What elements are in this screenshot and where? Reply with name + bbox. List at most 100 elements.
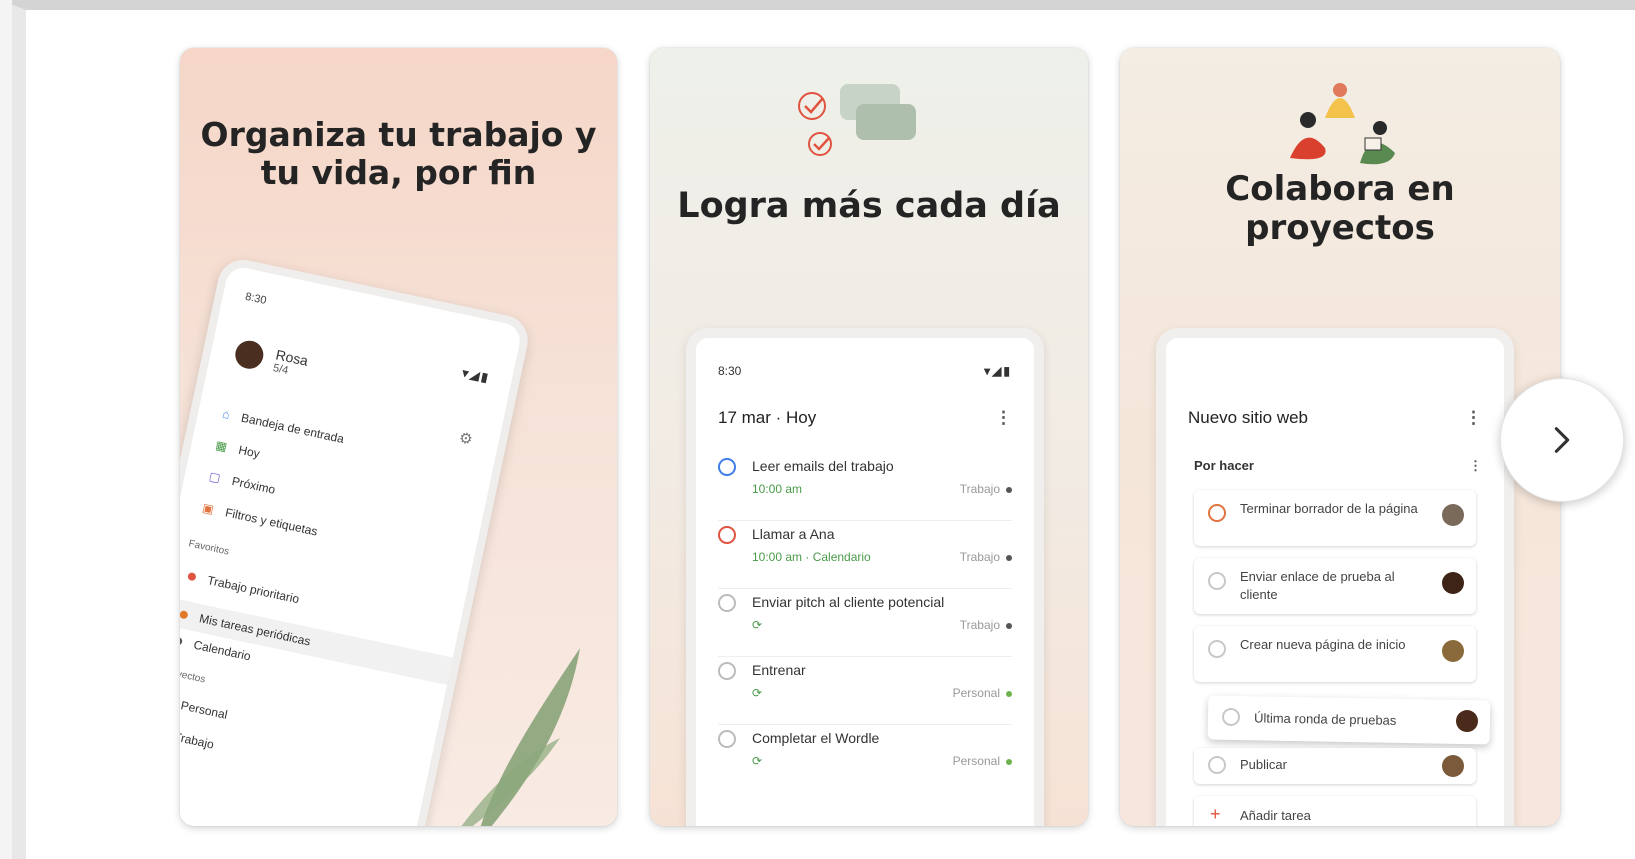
task-title: Enviar pitch al cliente potencial <box>752 594 945 610</box>
status-time: 8:30 <box>244 290 268 307</box>
plus-icon: + <box>1210 804 1221 824</box>
upcoming-icon: ▢ <box>207 469 222 486</box>
task-title: Publicar <box>1240 757 1287 772</box>
task-project: Trabajo <box>960 618 1012 632</box>
avatar <box>1442 640 1464 662</box>
nav-label: Próximo <box>230 474 277 497</box>
project-header: Nuevo sitio web ⋮ <box>1188 408 1482 428</box>
date-header: 17 mar · Hoy ⋮ <box>718 408 1012 428</box>
recurring-icon: ⟳ <box>752 618 763 632</box>
leaf-decoration-icon <box>461 648 580 826</box>
project-label: Trabajo <box>959 550 1000 564</box>
checkbox-icon <box>718 526 736 544</box>
task-card: Enviar enlace de prueba al cliente <box>1194 558 1476 614</box>
screenshot-card-3[interactable]: Colabora en proyectos Nuevo sitio web ⋮ … <box>1120 48 1560 826</box>
status-bar: 8:30 ▾◢▮ <box>718 364 1012 378</box>
card-1-title: Organiza tu trabajo y tu vida, por fin <box>200 115 597 192</box>
task-meta: 10:00 am <box>752 482 803 496</box>
section-header: Por hacer ⋮ <box>1194 458 1482 474</box>
checkbox-icon <box>1208 640 1226 658</box>
avatar <box>232 338 266 372</box>
task-row: Completar el Wordle ⟳ Personal <box>718 726 1012 792</box>
signal-icon: ▾◢▮ <box>460 365 492 386</box>
checkbox-icon <box>718 730 736 748</box>
filters-icon: ▣ <box>201 500 216 517</box>
checkbox-icon <box>1221 707 1241 727</box>
favorite-item-selected: Mis tareas periódicas <box>180 595 453 686</box>
avatar <box>1442 572 1464 594</box>
avatar <box>1455 709 1479 733</box>
nav-item-inbox: ⌂ Bandeja de entrada <box>221 407 345 446</box>
gear-icon: ⚙ <box>457 429 475 449</box>
task-title: Enviar enlace de prueba al cliente <box>1240 569 1395 602</box>
user-profile: Rosa 5/4 <box>232 338 310 381</box>
project-label: Personal <box>952 686 1000 700</box>
checkbox-icon <box>1208 572 1226 590</box>
phone-mockup-3: Nuevo sitio web ⋮ Por hacer ⋮ Terminar b… <box>1156 328 1514 826</box>
task-row: Leer emails del trabajo 10:00 am Trabajo <box>718 454 1012 521</box>
task-title: Llamar a Ana <box>752 526 835 542</box>
nav-item-today: ▦ Hoy <box>214 438 261 461</box>
nav-item-upcoming: ▢ Próximo <box>208 469 277 497</box>
project-title: Nuevo sitio web <box>1188 408 1309 427</box>
task-card: Crear nueva página de inicio <box>1194 626 1476 682</box>
checkbox-icon <box>718 594 736 612</box>
project-item: Personal <box>180 694 229 722</box>
recurring-icon: ⟳ <box>752 686 763 700</box>
avatar <box>1442 504 1464 526</box>
chevron-right-icon <box>1554 427 1570 453</box>
screenshot-card-1[interactable]: Organiza tu trabajo y tu vida, por fin 8… <box>180 48 617 826</box>
favorite-item: Trabajo prioritario <box>187 569 301 606</box>
checkbox-icon <box>1208 756 1226 774</box>
task-project: Personal <box>953 686 1012 700</box>
add-task-label: Añadir tarea <box>1240 808 1311 823</box>
task-row: Llamar a Ana 10:00 am · Calendario Traba… <box>718 522 1012 589</box>
screenshot-card-2[interactable]: Logra más cada día 8:30 ▾◢▮ 17 mar · Hoy… <box>650 48 1088 826</box>
section-label: Por hacer <box>1194 458 1254 473</box>
task-row: Entrenar ⟳ Personal <box>718 658 1012 725</box>
status-time: 8:30 <box>718 364 742 378</box>
task-title: Entrenar <box>752 662 806 678</box>
project-item: Trabajo <box>180 725 215 752</box>
checkbox-icon <box>718 662 736 680</box>
project-label: Trabajo <box>959 618 1000 632</box>
task-project: Personal <box>953 754 1012 768</box>
avatar <box>1442 755 1464 777</box>
date-label: 17 mar · Hoy <box>718 408 817 427</box>
project-label: Personal <box>952 754 1000 768</box>
more-icon: ⋮ <box>1465 408 1482 427</box>
add-task-row: + Añadir tarea <box>1194 796 1476 826</box>
nav-item-filters: ▣ Filtros y etiquetas <box>201 500 319 538</box>
task-meta: 10:00 am · Calendario <box>752 550 871 564</box>
task-title: Terminar borrador de la página <box>1240 501 1418 516</box>
more-icon: ⋮ <box>1469 458 1482 473</box>
nav-label: Filtros y etiquetas <box>223 505 319 539</box>
task-title: Última ronda de pruebas <box>1253 710 1397 728</box>
next-screenshot-button[interactable] <box>1500 378 1624 502</box>
task-project: Trabajo <box>960 550 1012 564</box>
project-label: Trabajo <box>959 482 1000 496</box>
task-title: Leer emails del trabajo <box>752 458 894 474</box>
task-card: Terminar borrador de la página <box>1194 490 1476 546</box>
task-project: Trabajo <box>960 482 1012 496</box>
collaboration-illustration-icon <box>1290 83 1395 165</box>
task-card-dragging: Última ronda de pruebas <box>1207 695 1491 745</box>
task-title: Crear nueva página de inicio <box>1240 637 1406 652</box>
task-card: Publicar <box>1194 748 1476 784</box>
checkbox-icon <box>718 458 736 476</box>
card-3-title: Colabora en proyectos <box>1225 169 1455 249</box>
signal-icon: ▾◢▮ <box>984 364 1012 378</box>
checkbox-icon <box>1208 504 1226 522</box>
favorites-label: Favoritos <box>187 538 231 558</box>
phone-mockup-2: 8:30 ▾◢▮ 17 mar · Hoy ⋮ Leer emails del … <box>686 328 1044 826</box>
projects-label: Proyectos <box>180 665 207 686</box>
inbox-icon: ⌂ <box>221 406 232 422</box>
task-row: Enviar pitch al cliente potencial ⟳ Trab… <box>718 590 1012 657</box>
project-label: Personal <box>180 698 229 722</box>
more-icon: ⋮ <box>995 408 1012 427</box>
favorite-label: Trabajo prioritario <box>206 573 301 607</box>
card-2-title: Logra más cada día <box>677 186 1061 226</box>
calendar-icon: ▦ <box>214 437 229 454</box>
checklist-illustration-icon <box>798 84 916 156</box>
task-title: Completar el Wordle <box>752 730 880 746</box>
